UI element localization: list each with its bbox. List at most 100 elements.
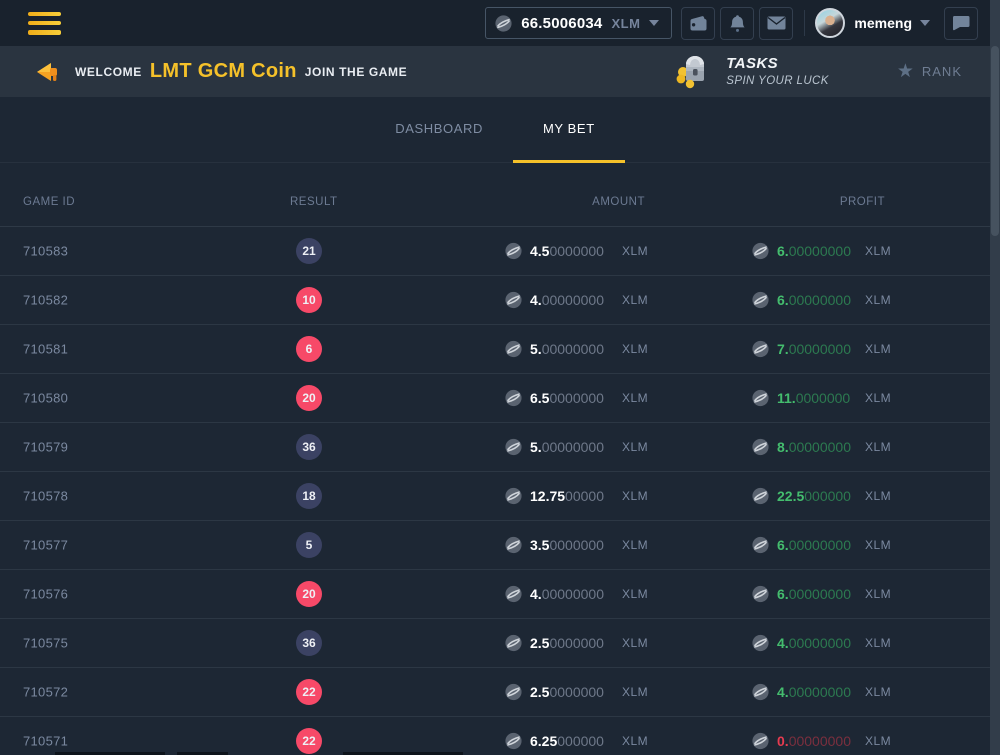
bet-table-body: 710583 21 4.50000000 XLM 6.00000000 XLM … <box>0 227 990 755</box>
scrollbar-thumb[interactable] <box>991 46 999 236</box>
result-badge: 36 <box>296 630 322 656</box>
profit-zeros: 00000000 <box>789 586 851 602</box>
profit-value: 6.00000000 <box>777 292 851 308</box>
profit-value: 4.00000000 <box>777 684 851 700</box>
star-icon: ★ <box>897 62 914 81</box>
amount-significant: 5. <box>530 439 542 455</box>
welcome-suffix: JOIN THE GAME <box>305 65 407 79</box>
amount-value: 6.50000000 <box>530 390 604 406</box>
profit-zeros: 00000000 <box>789 635 851 651</box>
amount-value: 4.00000000 <box>530 586 604 602</box>
amount-currency: XLM <box>622 636 648 650</box>
menu-icon[interactable] <box>28 12 61 35</box>
rank-label: RANK <box>922 64 962 79</box>
result-badge: 22 <box>296 679 322 705</box>
amount-zeros: 00000000 <box>542 586 604 602</box>
table-row: 710583 21 4.50000000 XLM 6.00000000 XLM <box>0 227 990 276</box>
balance-currency: XLM <box>611 16 640 31</box>
profit-value: 6.00000000 <box>777 586 851 602</box>
tab-dashboard[interactable]: DASHBOARD <box>365 97 513 163</box>
chat-button[interactable] <box>944 7 978 40</box>
profit-significant: 6. <box>777 586 789 602</box>
amount-significant: 2.5 <box>530 635 549 651</box>
profit-significant: 6. <box>777 537 789 553</box>
stellar-coin-icon <box>505 635 522 652</box>
amount-zeros: 00000000 <box>542 341 604 357</box>
column-header-game-id: GAME ID <box>23 196 75 208</box>
result-badge: 6 <box>296 336 322 362</box>
profit-currency: XLM <box>865 489 891 503</box>
game-id-cell: 710576 <box>23 587 68 602</box>
amount-significant: 4. <box>530 586 542 602</box>
amount-value: 4.50000000 <box>530 243 604 259</box>
rank-button[interactable]: ★ RANK <box>897 62 962 81</box>
amount-zeros: 00000000 <box>542 292 604 308</box>
amount-value: 2.50000000 <box>530 684 604 700</box>
messages-button[interactable] <box>759 7 793 40</box>
profit-currency: XLM <box>865 440 891 454</box>
game-id-cell: 710579 <box>23 440 68 455</box>
amount-significant: 6.25 <box>530 733 557 749</box>
amount-zeros: 0000000 <box>549 684 604 700</box>
tab-my-bet[interactable]: MY BET <box>513 97 625 163</box>
profit-currency: XLM <box>865 587 891 601</box>
amount-significant: 5. <box>530 341 542 357</box>
tasks-title: TASKS <box>726 55 829 74</box>
result-badge: 21 <box>296 238 322 264</box>
stellar-coin-icon <box>505 684 522 701</box>
stellar-coin-icon <box>505 537 522 554</box>
username[interactable]: memeng <box>854 15 912 31</box>
table-row: 710581 6 5.00000000 XLM 7.00000000 XLM <box>0 325 990 374</box>
profit-significant: 4. <box>777 635 789 651</box>
megaphone-icon <box>35 60 61 84</box>
table-row: 710575 36 2.50000000 XLM 4.00000000 XLM <box>0 619 990 668</box>
amount-significant: 6.5 <box>530 390 549 406</box>
amount-value: 6.25000000 <box>530 733 604 749</box>
stellar-coin-icon <box>505 488 522 505</box>
amount-significant: 4. <box>530 292 542 308</box>
tasks-button[interactable]: TASKS SPIN YOUR LUCK <box>674 54 829 90</box>
amount-currency: XLM <box>622 391 648 405</box>
amount-currency: XLM <box>622 244 648 258</box>
amount-significant: 12.75 <box>530 488 565 504</box>
amount-currency: XLM <box>622 489 648 503</box>
profit-currency: XLM <box>865 391 891 405</box>
amount-zeros: 00000 <box>565 488 604 504</box>
coin-name: LMT GCM Coin <box>150 60 297 83</box>
tab-bar: DASHBOARD MY BET <box>0 97 990 163</box>
result-badge: 5 <box>296 532 322 558</box>
balance-selector[interactable]: 66.5006034 XLM <box>485 7 672 39</box>
stellar-coin-icon <box>752 292 769 309</box>
amount-significant: 4.5 <box>530 243 549 259</box>
profit-currency: XLM <box>865 636 891 650</box>
table-row: 710580 20 6.50000000 XLM 11.0000000 XLM <box>0 374 990 423</box>
stellar-coin-icon <box>495 15 512 32</box>
stellar-coin-icon <box>752 733 769 750</box>
stellar-coin-icon <box>752 537 769 554</box>
stellar-coin-icon <box>505 439 522 456</box>
game-id-cell: 710571 <box>23 734 68 749</box>
notifications-button[interactable] <box>720 7 754 40</box>
bell-icon <box>729 14 746 33</box>
profit-value: 8.00000000 <box>777 439 851 455</box>
profit-zeros: 00000000 <box>789 243 851 259</box>
profit-currency: XLM <box>865 244 891 258</box>
scrollbar[interactable] <box>990 0 1000 755</box>
avatar[interactable] <box>815 8 845 38</box>
welcome-message: WELCOME LMT GCM Coin JOIN THE GAME <box>75 60 407 83</box>
tasks-subtitle: SPIN YOUR LUCK <box>726 74 829 88</box>
column-header-result: RESULT <box>290 196 338 208</box>
profit-zeros: 000000 <box>804 488 851 504</box>
stellar-coin-icon <box>505 292 522 309</box>
wallet-button[interactable] <box>681 7 715 40</box>
column-header-profit: PROFIT <box>785 196 885 208</box>
profit-currency: XLM <box>865 293 891 307</box>
chevron-down-icon[interactable] <box>920 20 930 26</box>
bet-table: GAME ID RESULT AMOUNT PROFIT 710583 21 4… <box>0 163 990 755</box>
result-badge: 10 <box>296 287 322 313</box>
profit-currency: XLM <box>865 685 891 699</box>
profit-zeros: 0000000 <box>796 390 851 406</box>
game-id-cell: 710575 <box>23 636 68 651</box>
table-row: 710576 20 4.00000000 XLM 6.00000000 XLM <box>0 570 990 619</box>
game-id-cell: 710578 <box>23 489 68 504</box>
